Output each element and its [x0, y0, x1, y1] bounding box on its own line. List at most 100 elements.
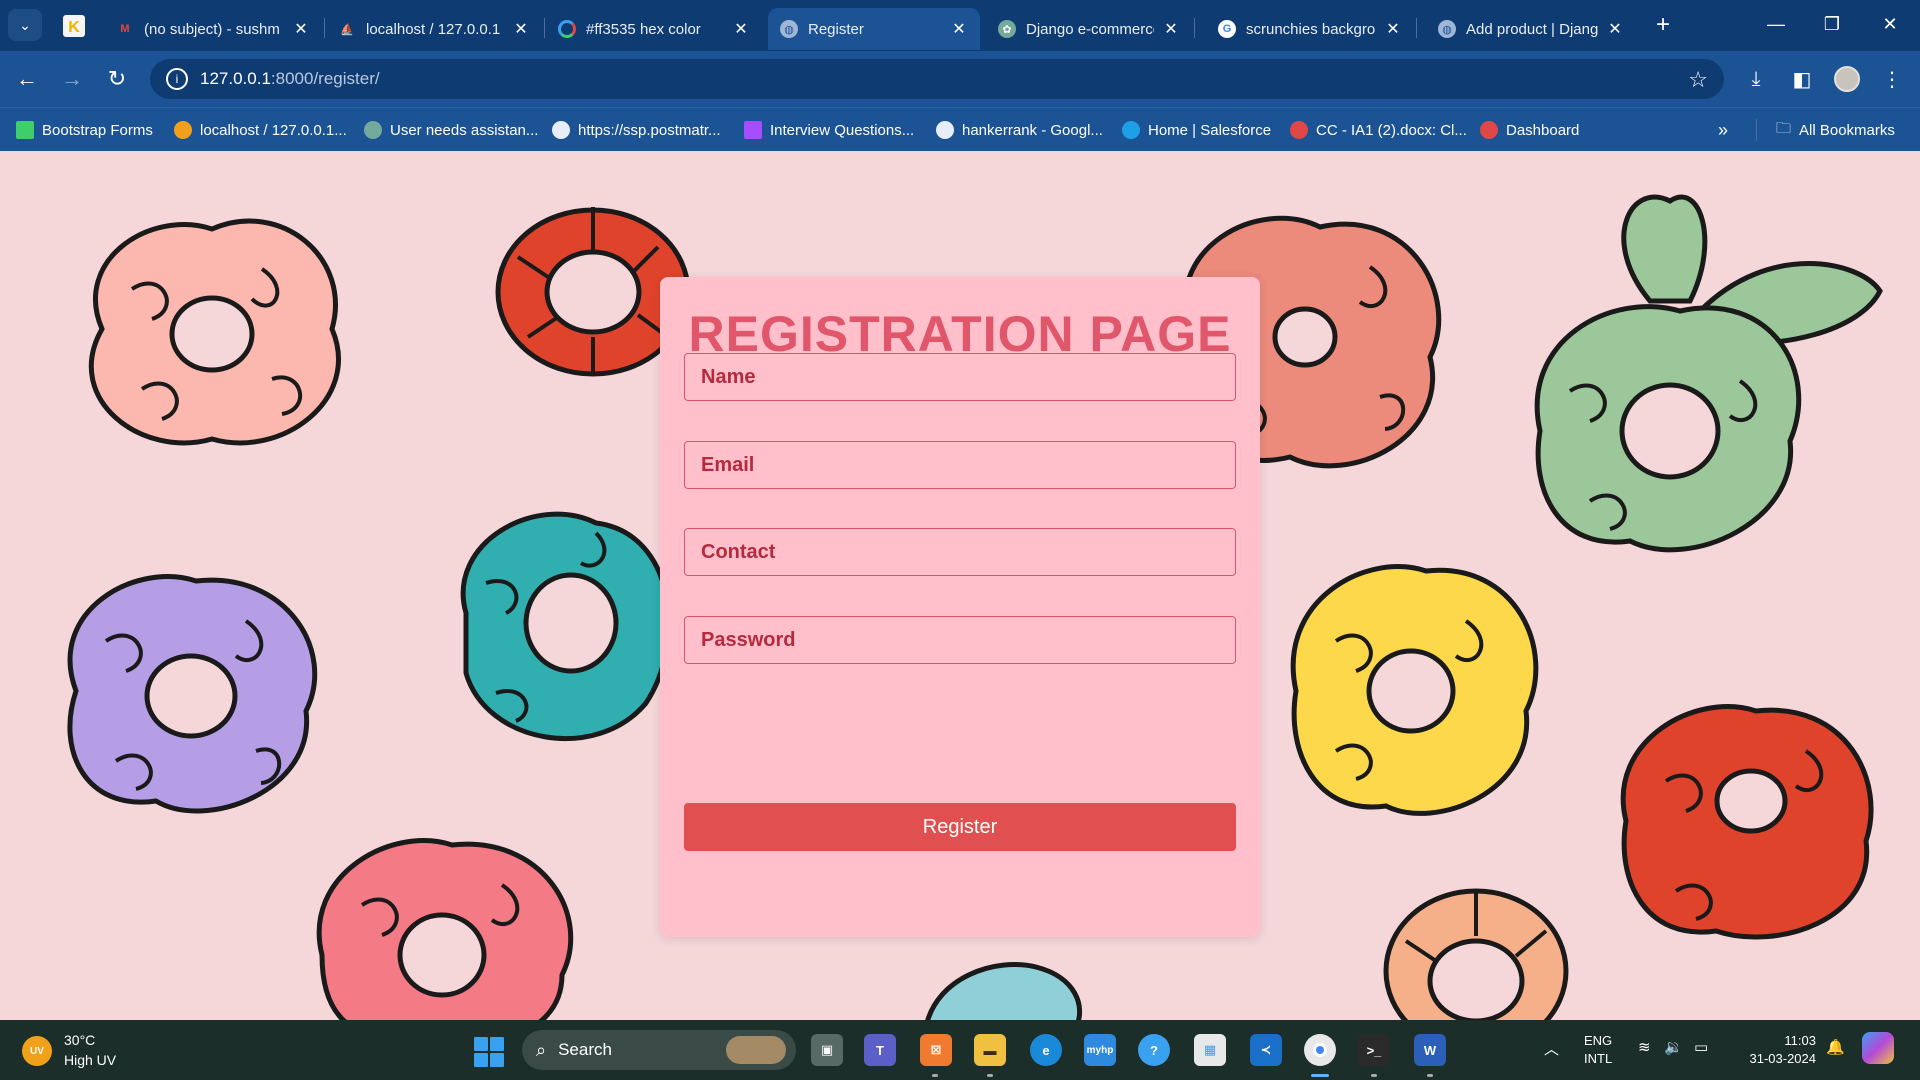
url-host: 127.0.0.1	[200, 69, 271, 88]
chrome-icon[interactable]	[1304, 1034, 1336, 1066]
task-view-icon[interactable]: ▣	[811, 1034, 843, 1066]
word-icon[interactable]: W	[1414, 1034, 1446, 1066]
bookmark-label: hankerrank - Googl...	[962, 121, 1103, 139]
scrunchie-yellow-image	[1290, 564, 1539, 816]
bookmark-item[interactable]: hankerrank - Googl...	[936, 118, 1103, 142]
bookmark-item[interactable]: https://ssp.postmatr...	[552, 118, 721, 142]
notification-bell-icon[interactable]: 🔔	[1826, 1038, 1845, 1056]
reload-icon[interactable]: ↻	[101, 63, 133, 95]
weather-uv-icon[interactable]: UV	[22, 1036, 52, 1066]
all-bookmarks-button[interactable]: 🗀 All Bookmarks	[1776, 118, 1895, 142]
bookmark-item[interactable]: Dashboard	[1480, 118, 1579, 142]
close-icon[interactable]: ✕	[1606, 19, 1624, 39]
scrunchie-purple-image	[67, 574, 318, 814]
restore-icon[interactable]: ❐	[1804, 8, 1860, 40]
tab-title: Django e-commerce	[1026, 20, 1154, 38]
taskbar-search[interactable]: ⌕ Search	[522, 1030, 796, 1070]
name-input[interactable]	[684, 353, 1236, 401]
copilot-icon[interactable]	[1862, 1032, 1894, 1064]
browser-toolbar: ← → ↻ i 127.0.0.1:8000/register/ ☆ ⤓ ◧ ⋮	[0, 51, 1920, 107]
email-input[interactable]	[684, 441, 1236, 489]
tab-divider	[324, 18, 325, 38]
tab-divider	[544, 18, 545, 38]
file-explorer-icon[interactable]: ▬	[974, 1034, 1006, 1066]
tab-phpmyadmin[interactable]: ⛵ localhost / 127.0.0.1 ✕	[326, 8, 542, 50]
side-panel-icon[interactable]: ◧	[1788, 65, 1816, 93]
scrunchie-peach-image	[88, 218, 341, 446]
close-icon[interactable]: ✕	[1162, 19, 1180, 39]
menu-kebab-icon[interactable]: ⋮	[1878, 65, 1906, 93]
weather-description[interactable]: High UV	[64, 1052, 116, 1068]
minimize-icon[interactable]: —	[1748, 8, 1804, 40]
language-indicator[interactable]: ENG INTL	[1584, 1032, 1612, 1068]
bookmark-favicon-icon	[364, 121, 382, 139]
tab-gmail[interactable]: M (no subject) - sushm ✕	[104, 8, 322, 50]
close-icon[interactable]: ✕	[512, 19, 530, 39]
battery-icon[interactable]: ▭	[1694, 1038, 1708, 1056]
password-input[interactable]	[684, 616, 1236, 664]
bookmark-item[interactable]: Bootstrap Forms	[16, 118, 153, 142]
volume-icon[interactable]: 🔉	[1664, 1038, 1683, 1056]
tab-add-product[interactable]: ◍ Add product | Djang ✕	[1426, 8, 1636, 50]
windows-start-icon[interactable]	[474, 1037, 504, 1067]
close-icon[interactable]: ✕	[950, 19, 968, 39]
close-icon[interactable]: ✕	[292, 19, 310, 39]
site-info-icon[interactable]: i	[166, 68, 188, 90]
google-icon: G	[1218, 20, 1236, 38]
bookmark-item[interactable]: CC - IA1 (2).docx: Cl...	[1290, 118, 1467, 142]
register-button[interactable]: Register	[684, 803, 1236, 851]
xampp-icon[interactable]: ⊠	[920, 1034, 952, 1066]
bookmark-item[interactable]: Interview Questions...	[744, 118, 914, 142]
search-icon: ⌕	[536, 1039, 547, 1060]
pinned-tab-k-icon[interactable]: K	[62, 14, 86, 38]
tab-strip: ⌄ K M (no subject) - sushm ✕ ⛵ localhost…	[0, 0, 1920, 51]
wifi-icon[interactable]: ≋	[1638, 1038, 1651, 1056]
url-text[interactable]: 127.0.0.1:8000/register/	[200, 69, 380, 89]
tab-divider	[1416, 18, 1417, 38]
tab-title: (no subject) - sushm	[144, 20, 280, 38]
bookmark-item[interactable]: localhost / 127.0.0.1...	[174, 118, 347, 142]
bookmark-label: Home | Salesforce	[1148, 121, 1272, 139]
tab-django-ecommerce[interactable]: ✿ Django e-commerce ✕	[986, 8, 1192, 50]
contact-input[interactable]	[684, 528, 1236, 576]
tab-search-button[interactable]: ⌄	[8, 9, 42, 41]
clock-date: 31-03-2024	[1749, 1051, 1817, 1066]
salesforce-icon	[1122, 121, 1140, 139]
new-tab-button[interactable]: +	[1648, 10, 1678, 40]
myhp-icon[interactable]: myhp	[1084, 1034, 1116, 1066]
tab-hex-color[interactable]: #ff3535 hex color ✕	[546, 8, 762, 50]
ms-store-icon[interactable]: ▦	[1194, 1034, 1226, 1066]
tab-register[interactable]: ◍ Register ✕	[768, 8, 980, 50]
teams-icon[interactable]: T	[864, 1034, 896, 1066]
bookmark-label: Interview Questions...	[770, 121, 915, 139]
bookmark-favicon-icon	[552, 121, 570, 139]
bookmarks-bar: Bootstrap Forms localhost / 127.0.0.1...…	[0, 107, 1920, 151]
close-window-icon[interactable]: ✕	[1862, 8, 1918, 40]
bookmark-item[interactable]: Home | Salesforce	[1122, 118, 1271, 142]
language-code: ENG	[1584, 1033, 1613, 1048]
vscode-icon[interactable]: ≺	[1250, 1034, 1282, 1066]
close-icon[interactable]: ✕	[1384, 19, 1402, 39]
running-indicator	[987, 1074, 993, 1077]
back-arrow-icon[interactable]: ←	[11, 63, 43, 95]
download-icon[interactable]: ⤓	[1742, 65, 1770, 93]
edge-icon[interactable]: e	[1030, 1034, 1062, 1066]
address-bar[interactable]: i 127.0.0.1:8000/register/ ☆	[150, 59, 1724, 99]
system-clock[interactable]: 11:03 31-03-2024	[1724, 1032, 1817, 1068]
profile-avatar[interactable]	[1834, 66, 1860, 92]
gmail-icon: M	[120, 23, 130, 35]
bookmark-star-icon[interactable]: ☆	[1688, 67, 1708, 93]
active-app-indicator	[1311, 1074, 1329, 1077]
terminal-icon[interactable]: >_	[1358, 1034, 1390, 1066]
chevron-down-icon: ⌄	[19, 16, 31, 33]
forward-arrow-icon[interactable]: →	[56, 63, 88, 95]
help-icon[interactable]: ?	[1138, 1034, 1170, 1066]
bookmark-item[interactable]: User needs assistan...	[364, 118, 538, 142]
weather-temperature[interactable]: 30°C	[64, 1032, 95, 1048]
tab-divider	[1194, 18, 1195, 38]
close-icon[interactable]: ✕	[732, 19, 750, 39]
show-hidden-icons-chevron-icon[interactable]: ︿	[1544, 1038, 1559, 1059]
windows-taskbar: UV 30°C High UV ⌕ Search ▣ T ⊠ ▬ e myhp …	[0, 1020, 1920, 1080]
more-bookmarks-icon[interactable]: »	[1718, 118, 1728, 142]
tab-scrunchies-search[interactable]: G scrunchies backgrou ✕	[1206, 8, 1414, 50]
